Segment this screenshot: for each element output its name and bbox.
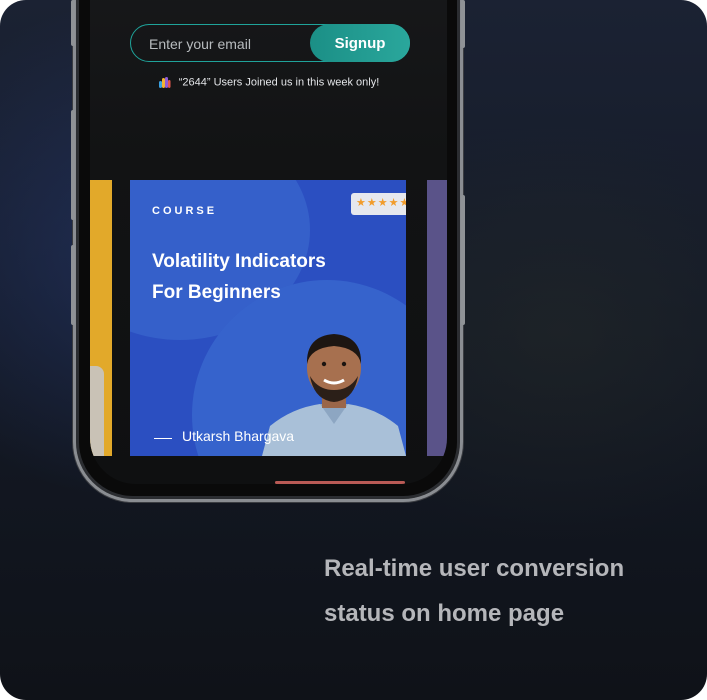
signup-button[interactable]: Signup [310,24,410,62]
feature-card: Signup “2644” Users Joined us in this we… [0,0,707,700]
phone-side-button-right [461,0,465,48]
phone-side-button-left [71,0,75,46]
email-input[interactable] [147,25,311,63]
course-card[interactable]: COURSE ★★★★★ Volatility Indicators For B… [130,180,406,456]
home-indicator [275,481,405,484]
feature-caption: Real-time user conversion status on home… [324,546,684,636]
phone-side-button-right-2 [461,195,465,325]
users-joined-text: “2644” Users Joined us in this week only… [178,76,380,89]
phone-side-button-left-2 [71,110,75,220]
course-title-line-1: Volatility Indicators [152,251,326,272]
caption-line-2: status on home page [324,600,565,627]
waving-hands-icon [158,77,171,88]
previous-course-card[interactable] [90,180,112,456]
instructor-photo-partial [90,366,104,456]
caption-line-1: Real-time user conversion [324,555,625,582]
star-rating: ★★★★★ [351,193,406,215]
course-category-label: COURSE [152,205,218,217]
phone-screen: Signup “2644” Users Joined us in this we… [90,0,447,484]
next-course-card[interactable] [427,180,447,456]
instructor-name: Utkarsh Bhargava [182,428,295,444]
instructor-divider [154,438,172,439]
phone-side-button-left-3 [71,245,75,325]
course-title-line-2: For Beginners [152,282,281,303]
user-conversion-status: “2644” Users Joined us in this week only… [90,76,447,89]
course-title: Volatility Indicators For Beginners [152,246,372,308]
email-signup-form: Signup [130,24,410,63]
